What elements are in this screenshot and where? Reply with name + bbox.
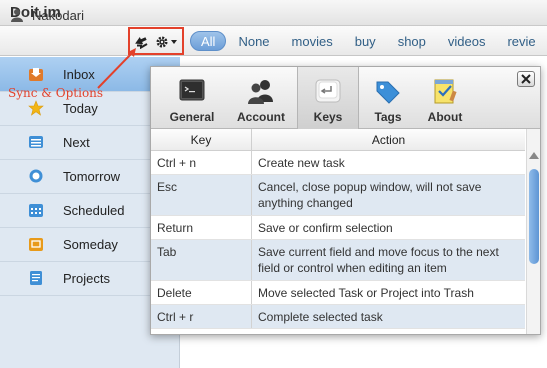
tag-icon (376, 81, 400, 104)
tab-keys[interactable]: Keys (297, 67, 359, 129)
key-cell: Tab (151, 240, 252, 280)
filter-none[interactable]: None (228, 31, 279, 51)
tab-general[interactable]: General (163, 67, 221, 129)
filter-videos[interactable]: videos (438, 31, 496, 51)
shortcut-table: Key Action Ctrl + n Create new task Esc … (151, 129, 525, 329)
key-cell: Ctrl + r (151, 305, 252, 328)
action-cell: Move selected Task or Project into Trash (258, 286, 474, 300)
table-row[interactable]: Delete Move selected Task or Project int… (151, 281, 525, 305)
key-cell: Return (151, 216, 252, 239)
terminal-icon (179, 79, 205, 101)
sync-icon (135, 37, 148, 49)
key-cell: Esc (151, 175, 252, 215)
sidebar-item-label: Projects (63, 270, 110, 286)
table-row[interactable]: Esc Cancel, close popup window, will not… (151, 175, 525, 216)
settings-popup: General Account Keys Tags About Key Acti… (150, 66, 541, 335)
tag-filter-bar: All None movies buy shop videos revie (190, 30, 547, 52)
close-icon (521, 74, 531, 84)
vertical-scrollbar[interactable] (526, 129, 540, 334)
tab-label: General (169, 110, 215, 124)
close-button[interactable] (517, 71, 535, 87)
user-icon (11, 9, 23, 22)
box-icon (29, 238, 43, 251)
scrollbar-thumb[interactable] (529, 169, 539, 264)
popup-tab-bar: General Account Keys Tags About (151, 67, 540, 129)
filter-all[interactable]: All (190, 31, 227, 51)
document-icon (30, 271, 42, 285)
options-button[interactable] (154, 34, 178, 50)
calendar-icon (29, 204, 43, 217)
user-menu[interactable]: Nakodari (10, 7, 84, 23)
action-cell: Create new task (258, 156, 345, 170)
table-header: Key Action (151, 129, 525, 151)
tab-label: Account (237, 110, 285, 124)
filter-buy[interactable]: buy (345, 31, 386, 51)
star-icon (28, 100, 44, 116)
table-row[interactable]: Ctrl + n Create new task (151, 151, 525, 175)
filter-review[interactable]: revie (497, 31, 545, 51)
sidebar-item-label: Tomorrow (63, 168, 121, 184)
chevron-down-icon (171, 40, 177, 44)
keyboard-key-icon (315, 79, 341, 103)
table-row[interactable]: Ctrl + r Complete selected task (151, 305, 525, 329)
list-icon (29, 136, 43, 148)
circle-icon (29, 169, 43, 183)
tab-label: Tags (374, 110, 402, 124)
inbox-icon (29, 68, 43, 81)
table-row[interactable]: Tab Save current field and move focus to… (151, 240, 525, 281)
tab-account[interactable]: Account (230, 67, 292, 129)
key-cell: Delete (151, 281, 252, 304)
sidebar-item-label: Today (63, 100, 98, 116)
user-name: Nakodari (32, 7, 85, 23)
column-header-action[interactable]: Action (252, 129, 525, 150)
sidebar-item-label: Someday (63, 236, 118, 252)
users-icon (248, 80, 273, 104)
column-header-key[interactable]: Key (151, 129, 252, 150)
sidebar-item-label: Scheduled (63, 202, 125, 218)
filter-shop[interactable]: shop (388, 31, 436, 51)
action-cell: Cancel, close popup window, will not sav… (258, 180, 482, 210)
tab-about[interactable]: About (421, 67, 469, 129)
tab-label: Keys (313, 110, 343, 124)
tab-label: About (427, 110, 463, 124)
action-cell: Complete selected task (258, 310, 383, 324)
table-row[interactable]: Return Save or confirm selection (151, 216, 525, 240)
filter-movies[interactable]: movies (282, 31, 343, 51)
notepad-icon (434, 79, 457, 104)
key-cell: Ctrl + n (151, 151, 252, 174)
tab-tags[interactable]: Tags (365, 67, 411, 129)
gear-icon (156, 36, 168, 48)
action-cell: Save current field and move focus to the… (258, 245, 499, 275)
scroll-up-arrow-icon[interactable] (529, 151, 539, 159)
sync-button[interactable] (132, 34, 150, 50)
action-cell: Save or confirm selection (258, 221, 393, 235)
sidebar-item-label: Next (63, 134, 90, 150)
sidebar-item-label: Inbox (63, 66, 95, 82)
annotation-label: Sync & Options (8, 86, 104, 100)
